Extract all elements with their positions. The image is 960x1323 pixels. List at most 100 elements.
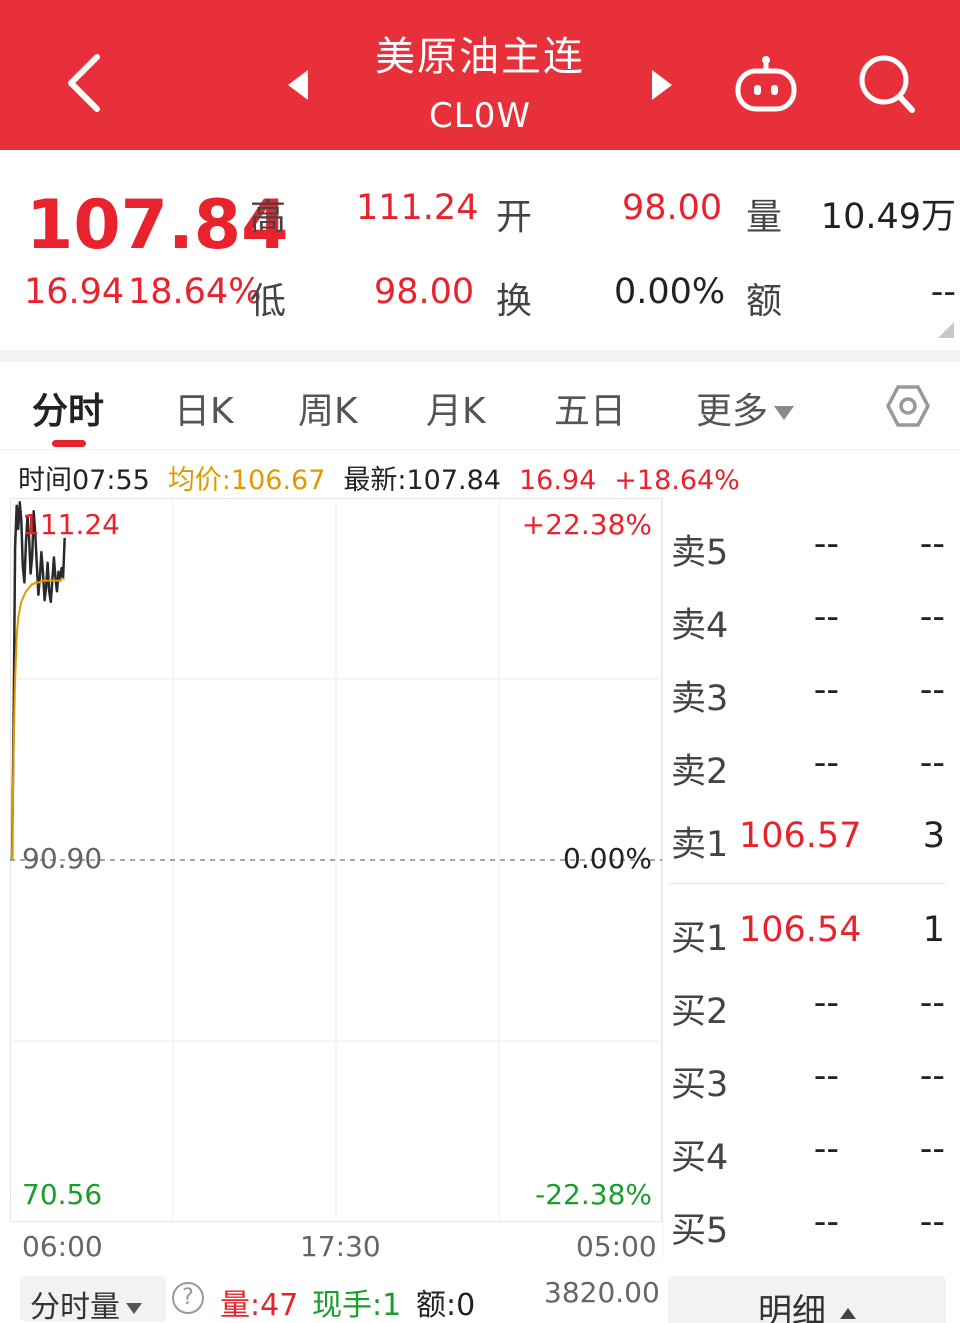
caret-up-icon <box>840 1308 856 1319</box>
volume-hand: 现手:1 <box>312 1288 402 1323</box>
bid-label: 买4 <box>671 1138 729 1178</box>
tab-more[interactable]: 更多 <box>696 382 795 434</box>
bid-label: 买2 <box>671 992 729 1032</box>
tab-more-label: 更多 <box>696 391 769 432</box>
turnover-label: 换 <box>496 281 533 322</box>
volume-value: 10.49万 <box>820 197 956 237</box>
tab-five-day: 五日 <box>554 391 627 432</box>
prev-contract-button[interactable] <box>278 60 318 110</box>
axis-mid-pct: 0.00% <box>563 842 652 875</box>
ask-price: -- <box>813 743 839 783</box>
tab-weekly-k[interactable]: 周K <box>298 382 358 434</box>
turnover-value: 0.00% <box>614 272 726 312</box>
info-latest-price: 最新:107.84 <box>343 465 501 496</box>
help-icon[interactable]: ? <box>172 1282 204 1314</box>
low-value: 98.00 <box>374 272 475 312</box>
ask-row-5[interactable]: 卖5 -- -- <box>663 514 951 574</box>
bid-price: -- <box>813 983 839 1023</box>
ask-price: 106.57 <box>739 816 862 856</box>
robot-icon <box>735 56 797 112</box>
ask-row-4[interactable]: 卖4 -- -- <box>663 587 951 647</box>
x-label-end: 05:00 <box>576 1230 657 1263</box>
price-line <box>10 501 66 861</box>
bid-volume: -- <box>919 1129 945 1169</box>
bid-row-5[interactable]: 买5 -- -- <box>663 1192 951 1252</box>
bid-volume: -- <box>919 1202 945 1242</box>
bid-row-1[interactable]: 买1 106.54 1 <box>663 900 951 960</box>
triangle-right-icon <box>652 70 672 100</box>
contract-code: CL0W <box>429 96 531 136</box>
ask-volume: -- <box>919 670 945 710</box>
ask-row-3[interactable]: 卖3 -- -- <box>663 660 951 720</box>
ask-price: -- <box>813 597 839 637</box>
ask-volume: 3 <box>922 816 945 856</box>
settings-hexagon-icon[interactable] <box>884 382 932 430</box>
average-price-line <box>11 577 65 861</box>
info-change: 16.94 <box>518 465 597 496</box>
tab-monthly-k[interactable]: 月K <box>426 382 486 434</box>
top-bar: 美原油主连 CL0W <box>0 0 960 150</box>
section-divider <box>0 350 960 362</box>
axis-bottom-price: 70.56 <box>22 1178 103 1211</box>
bid-volume: -- <box>919 1056 945 1096</box>
ask-volume: -- <box>919 743 945 783</box>
bid-price: -- <box>813 1202 839 1242</box>
axis-bottom-pct: -22.38% <box>535 1178 652 1211</box>
expand-corner-icon[interactable] <box>938 322 954 338</box>
triangle-left-icon <box>288 70 308 100</box>
open-value: 98.00 <box>622 188 723 228</box>
book-divider <box>669 883 945 884</box>
bid-label: 买5 <box>671 1211 729 1251</box>
bid-volume: 1 <box>922 910 945 950</box>
back-button[interactable] <box>50 45 120 120</box>
amount-label: 额 <box>746 281 783 322</box>
bid-row-2[interactable]: 买2 -- -- <box>663 973 951 1033</box>
axis-mid-price: 90.90 <box>22 842 103 875</box>
ask-volume: -- <box>919 524 945 564</box>
ask-label: 卖4 <box>671 606 729 646</box>
ask-label: 卖3 <box>671 679 729 719</box>
bid-price: -- <box>813 1129 839 1169</box>
price-change-pct: 18.64% <box>128 272 262 312</box>
ask-row-1[interactable]: 卖1 106.57 3 <box>663 806 951 866</box>
open-label: 开 <box>496 197 533 238</box>
bid-label: 买3 <box>671 1065 729 1105</box>
volume-indicator-select[interactable]: 分时量 <box>20 1276 166 1323</box>
order-book: 卖5 -- -- 卖4 -- -- 卖3 -- -- 卖2 -- -- 卖1 1… <box>662 498 950 1258</box>
chevron-left-icon <box>68 53 100 112</box>
ask-row-2[interactable]: 卖2 -- -- <box>663 733 951 793</box>
ask-price: -- <box>813 670 839 710</box>
x-label-mid: 17:30 <box>300 1230 381 1263</box>
detail-button[interactable]: 明细 <box>668 1276 946 1323</box>
ask-volume: -- <box>919 597 945 637</box>
bid-label: 买1 <box>671 919 729 959</box>
low-label: 低 <box>250 281 287 322</box>
ask-price: -- <box>813 524 839 564</box>
bid-volume: -- <box>919 983 945 1023</box>
caret-down-icon <box>774 406 795 420</box>
info-time: 时间07:55 <box>18 465 150 496</box>
ask-label: 卖1 <box>671 825 729 865</box>
axis-top-pct: +22.38% <box>521 508 652 541</box>
volume-bar: 分时量 ? 量:47 现手:1 额:0 3820.00 明细 <box>0 1262 960 1323</box>
high-value: 111.24 <box>356 188 479 228</box>
search-icon <box>859 55 915 113</box>
active-tab-indicator <box>52 440 86 447</box>
volume-max: 3820.00 <box>544 1276 660 1309</box>
price-change: 16.94 <box>24 272 125 312</box>
volume-indicator-label: 分时量 <box>30 1290 120 1323</box>
x-label-start: 06:00 <box>22 1230 103 1263</box>
bid-row-4[interactable]: 买4 -- -- <box>663 1119 951 1179</box>
assistant-button[interactable] <box>730 50 802 120</box>
tab-intraday[interactable]: 分时 <box>32 382 104 434</box>
volume-qty: 量:47 <box>220 1288 299 1323</box>
intraday-chart[interactable]: 111.24 +22.38% 90.90 0.00% 70.56 -22.38% <box>10 498 662 1222</box>
ask-label: 卖5 <box>671 533 729 573</box>
next-contract-button[interactable] <box>642 60 682 110</box>
volume-label: 量 <box>746 197 783 238</box>
crosshair-info: 时间07:55 均价:106.67 最新:107.84 16.94 +18.64% <box>18 458 758 496</box>
search-button[interactable] <box>852 48 922 120</box>
info-change-pct: +18.64% <box>614 465 740 496</box>
tab-daily-k[interactable]: 日K <box>174 382 234 434</box>
bid-row-3[interactable]: 买3 -- -- <box>663 1046 951 1106</box>
